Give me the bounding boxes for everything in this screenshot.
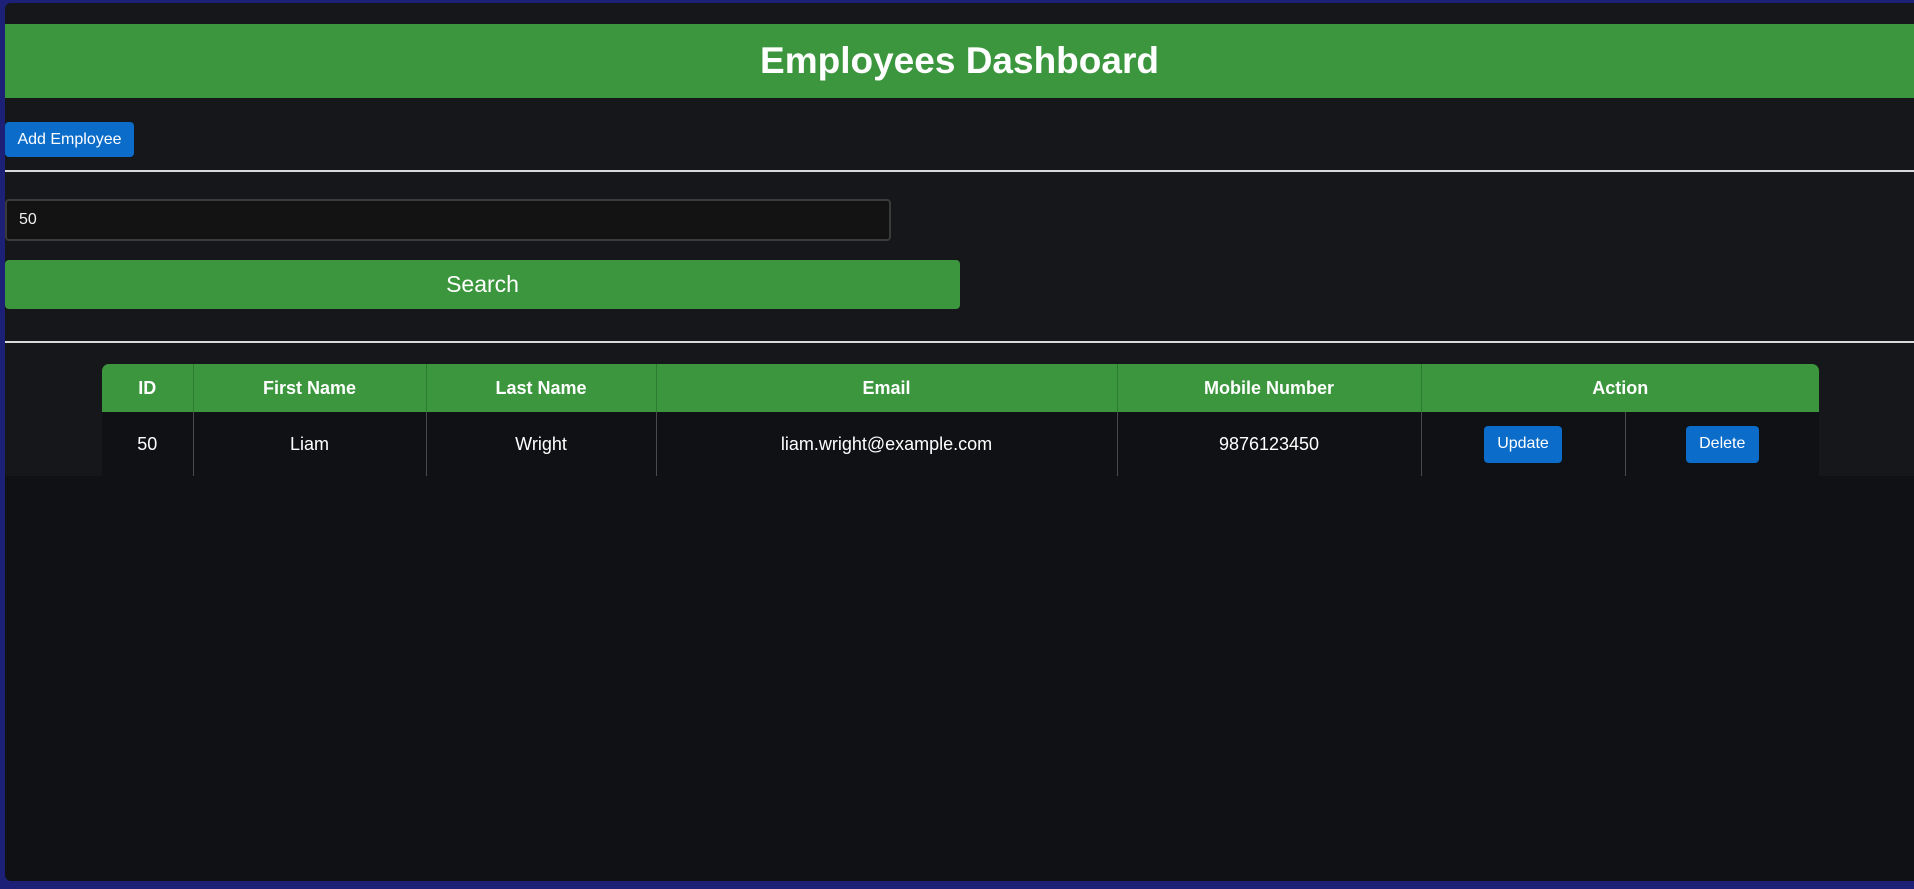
app-container: Employees Dashboard Add Employee Search — [5, 3, 1914, 476]
delete-button[interactable]: Delete — [1685, 425, 1759, 463]
page-title: Employees Dashboard — [760, 40, 1159, 81]
cell-delete: Delete — [1625, 412, 1819, 476]
cell-first-name: Liam — [193, 412, 427, 476]
cell-last-name: Wright — [426, 412, 657, 476]
column-header-id: ID — [102, 364, 194, 412]
browser-viewport: Employees Dashboard Add Employee Search — [5, 3, 1914, 881]
column-header-email: Email — [656, 364, 1118, 412]
cell-id: 50 — [102, 412, 194, 476]
cell-email: liam.wright@example.com — [656, 412, 1118, 476]
search-button[interactable]: Search — [5, 260, 960, 309]
search-input[interactable] — [5, 199, 891, 241]
cell-mobile: 9876123450 — [1117, 412, 1422, 476]
divider-top — [5, 170, 1914, 172]
column-header-last-name: Last Name — [426, 364, 657, 412]
table-row: 50 Liam Wright liam.wright@example.com 9… — [102, 412, 1819, 476]
table-header-row: ID First Name Last Name Email Mobile Num… — [102, 364, 1819, 412]
column-header-first-name: First Name — [193, 364, 427, 412]
cell-update: Update — [1421, 412, 1626, 476]
employees-table: ID First Name Last Name Email Mobile Num… — [102, 364, 1819, 476]
column-header-mobile-number: Mobile Number — [1117, 364, 1422, 412]
divider-bottom — [5, 341, 1914, 343]
column-header-action: Action — [1592, 377, 1649, 398]
page-header: Employees Dashboard — [5, 24, 1914, 98]
employees-table-container: ID First Name Last Name Email Mobile Num… — [102, 364, 1819, 476]
add-employee-button[interactable]: Add Employee — [5, 122, 134, 157]
update-button[interactable]: Update — [1484, 425, 1562, 463]
